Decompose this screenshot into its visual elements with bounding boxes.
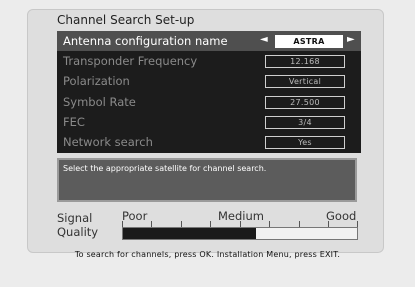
menu-label: Transponder Frequency [63, 54, 198, 68]
menu-row-transponder-frequency[interactable]: Transponder Frequency 12.168 [57, 51, 361, 71]
menu-label: Symbol Rate [63, 95, 136, 109]
footer-instructions: To search for channels, press OK. Instal… [74, 250, 341, 259]
menu-row-symbol-rate[interactable]: Symbol Rate 27.500 [57, 92, 361, 112]
fec-value[interactable]: 3/4 [265, 116, 345, 129]
signal-quality-bar [122, 227, 358, 240]
help-text: Select the appropriate satellite for cha… [63, 164, 267, 173]
tv-screen: Channel Search Set-up Antenna configurat… [0, 0, 415, 287]
menu-label: Antenna configuration name [63, 34, 228, 48]
scale-good-label: Good [326, 209, 357, 223]
polarization-value[interactable]: Vertical [265, 75, 345, 88]
menu-row-fec[interactable]: FEC 3/4 [57, 112, 361, 132]
menu-label: FEC [63, 115, 85, 129]
arrow-left-icon[interactable]: ◄ [260, 34, 268, 45]
page-title: Channel Search Set-up [57, 13, 195, 27]
menu-row-polarization[interactable]: Polarization Vertical [57, 71, 361, 91]
antenna-config-value[interactable]: ASTRA [275, 35, 343, 48]
help-box: Select the appropriate satellite for cha… [57, 158, 357, 202]
menu-label: Network search [63, 135, 153, 149]
signal-quality-fill [123, 228, 257, 239]
signal-label: Signal [57, 211, 93, 225]
menu-label: Polarization [63, 74, 130, 88]
arrow-right-icon[interactable]: ► [347, 34, 355, 45]
symbol-rate-value[interactable]: 27.500 [265, 96, 345, 109]
quality-label: Quality [57, 225, 99, 239]
transponder-frequency-value[interactable]: 12.168 [265, 55, 345, 68]
menu-row-antenna-config[interactable]: Antenna configuration name ◄ ASTRA ► [57, 31, 361, 51]
scale-poor-label: Poor [122, 209, 148, 223]
network-search-value[interactable]: Yes [265, 136, 345, 149]
menu-row-network-search[interactable]: Network search Yes [57, 132, 361, 152]
settings-menu: Antenna configuration name ◄ ASTRA ► Tra… [57, 31, 361, 153]
